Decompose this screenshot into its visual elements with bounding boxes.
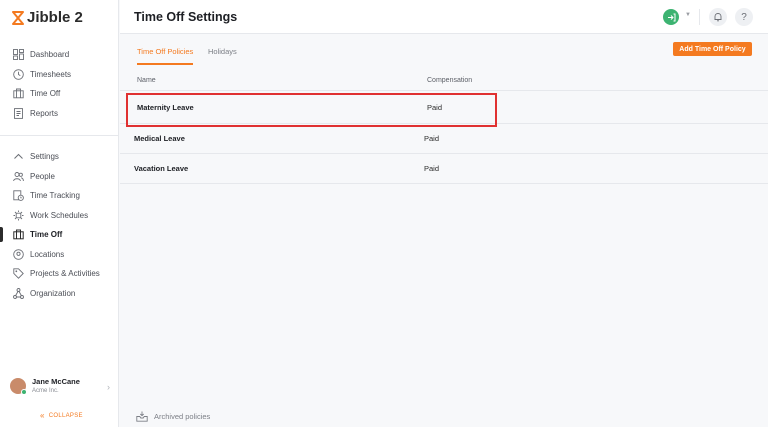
sidebar-item-label: Time Off bbox=[30, 89, 61, 99]
sidebar-divider bbox=[0, 135, 119, 136]
user-name: Jane McCane bbox=[32, 377, 80, 386]
online-status-dot bbox=[21, 388, 27, 395]
sidebar-item-projects-activities[interactable]: Projects & Activities bbox=[0, 264, 119, 284]
sidebar-item-label: Locations bbox=[30, 249, 65, 259]
selection-highlight-box bbox=[126, 93, 497, 127]
clock-in-icon bbox=[667, 13, 675, 21]
bell-icon bbox=[714, 13, 722, 22]
column-header-name[interactable]: Name bbox=[137, 77, 156, 84]
sidebar-item-label: Projects & Activities bbox=[30, 269, 100, 279]
dashboard-icon bbox=[13, 49, 24, 61]
sidebar-settings-toggle[interactable]: Settings bbox=[0, 147, 119, 167]
sidebar-item-label: Time Off bbox=[30, 230, 63, 240]
sidebar-item-reports[interactable]: Reports bbox=[0, 104, 119, 124]
sidebar-item-people[interactable]: People bbox=[0, 167, 119, 187]
suitcase-icon bbox=[13, 229, 24, 240]
clock-icon bbox=[13, 68, 24, 80]
user-organization: Acme Inc. bbox=[32, 388, 59, 394]
main-nav: Dashboard Timesheets Time Off Reports bbox=[0, 45, 119, 123]
page-title: Time Off Settings bbox=[134, 10, 238, 24]
question-mark-icon: ? bbox=[741, 11, 747, 23]
table-row[interactable]: Medical Leave Paid bbox=[120, 124, 768, 153]
collapse-label: COLLAPSE bbox=[48, 412, 83, 419]
policy-name: Vacation Leave bbox=[134, 164, 189, 173]
jibble-logo-icon bbox=[12, 10, 24, 25]
schedule-icon bbox=[13, 210, 24, 221]
user-profile[interactable]: Jane McCane Acme Inc. › bbox=[10, 377, 112, 395]
chevron-up-icon bbox=[13, 151, 24, 162]
suitcase-icon bbox=[13, 88, 24, 99]
policy-compensation: Paid bbox=[424, 164, 440, 173]
help-button[interactable]: ? bbox=[735, 8, 753, 26]
report-icon bbox=[13, 107, 24, 119]
tag-icon bbox=[13, 268, 24, 280]
brand-name: Jibble bbox=[27, 9, 71, 26]
sidebar-item-time-off[interactable]: Time Off bbox=[0, 84, 119, 104]
row-divider bbox=[120, 183, 768, 184]
clock-in-button[interactable] bbox=[663, 9, 679, 25]
brand-version: 2 bbox=[74, 9, 83, 26]
time-tracking-icon bbox=[13, 190, 24, 202]
chevron-right-icon: › bbox=[107, 382, 110, 392]
sidebar-item-label: Timesheets bbox=[30, 69, 72, 79]
sidebar-item-timesheets[interactable]: Timesheets bbox=[0, 65, 119, 85]
add-time-off-policy-button[interactable]: Add Time Off Policy bbox=[673, 42, 752, 56]
sidebar-item-time-tracking[interactable]: Time Tracking bbox=[0, 186, 119, 206]
organization-icon bbox=[13, 287, 24, 299]
policy-name: Medical Leave bbox=[134, 134, 185, 143]
sidebar-item-label: Dashboard bbox=[30, 50, 70, 60]
collapse-button[interactable]: « COLLAPSE bbox=[40, 411, 83, 420]
settings-nav: Settings People Time Tracking Work Sched… bbox=[0, 147, 119, 303]
sidebar-item-work-schedules[interactable]: Work Schedules bbox=[0, 206, 119, 226]
sidebar-item-dashboard[interactable]: Dashboard bbox=[0, 45, 119, 65]
sidebar-item-organization[interactable]: Organization bbox=[0, 284, 119, 304]
sidebar-item-settings-time-off[interactable]: Time Off bbox=[0, 225, 119, 245]
archive-icon bbox=[136, 411, 148, 422]
top-header: Time Off Settings ▼ ? bbox=[120, 0, 768, 34]
avatar bbox=[10, 377, 27, 395]
table-header-divider bbox=[120, 90, 768, 91]
sidebar-settings-label: Settings bbox=[30, 152, 59, 162]
table-row[interactable]: Vacation Leave Paid bbox=[120, 154, 768, 183]
notifications-button[interactable] bbox=[709, 8, 727, 26]
sidebar-item-label: Organization bbox=[30, 288, 76, 298]
tab-holidays[interactable]: Holidays bbox=[208, 47, 237, 56]
sidebar-item-label: Reports bbox=[30, 108, 59, 118]
archived-policies-label: Archived policies bbox=[154, 412, 211, 421]
sidebar-item-label: Work Schedules bbox=[30, 210, 89, 220]
archived-policies-link[interactable]: Archived policies bbox=[136, 411, 210, 422]
header-divider bbox=[699, 9, 700, 25]
column-header-compensation[interactable]: Compensation bbox=[427, 77, 472, 84]
sidebar-item-label: People bbox=[30, 171, 55, 181]
chevron-down-icon[interactable]: ▼ bbox=[685, 12, 691, 18]
double-chevron-left-icon: « bbox=[40, 411, 45, 420]
sidebar: Jibble 2 Dashboard Timesheets Time Off R… bbox=[0, 0, 119, 427]
sidebar-item-locations[interactable]: Locations bbox=[0, 245, 119, 265]
policy-compensation: Paid bbox=[424, 134, 440, 143]
people-icon bbox=[13, 171, 24, 182]
brand-logo[interactable]: Jibble 2 bbox=[12, 9, 83, 26]
sidebar-item-label: Time Tracking bbox=[30, 191, 80, 201]
tab-time-off-policies[interactable]: Time Off Policies bbox=[137, 47, 194, 65]
location-icon bbox=[13, 248, 24, 260]
